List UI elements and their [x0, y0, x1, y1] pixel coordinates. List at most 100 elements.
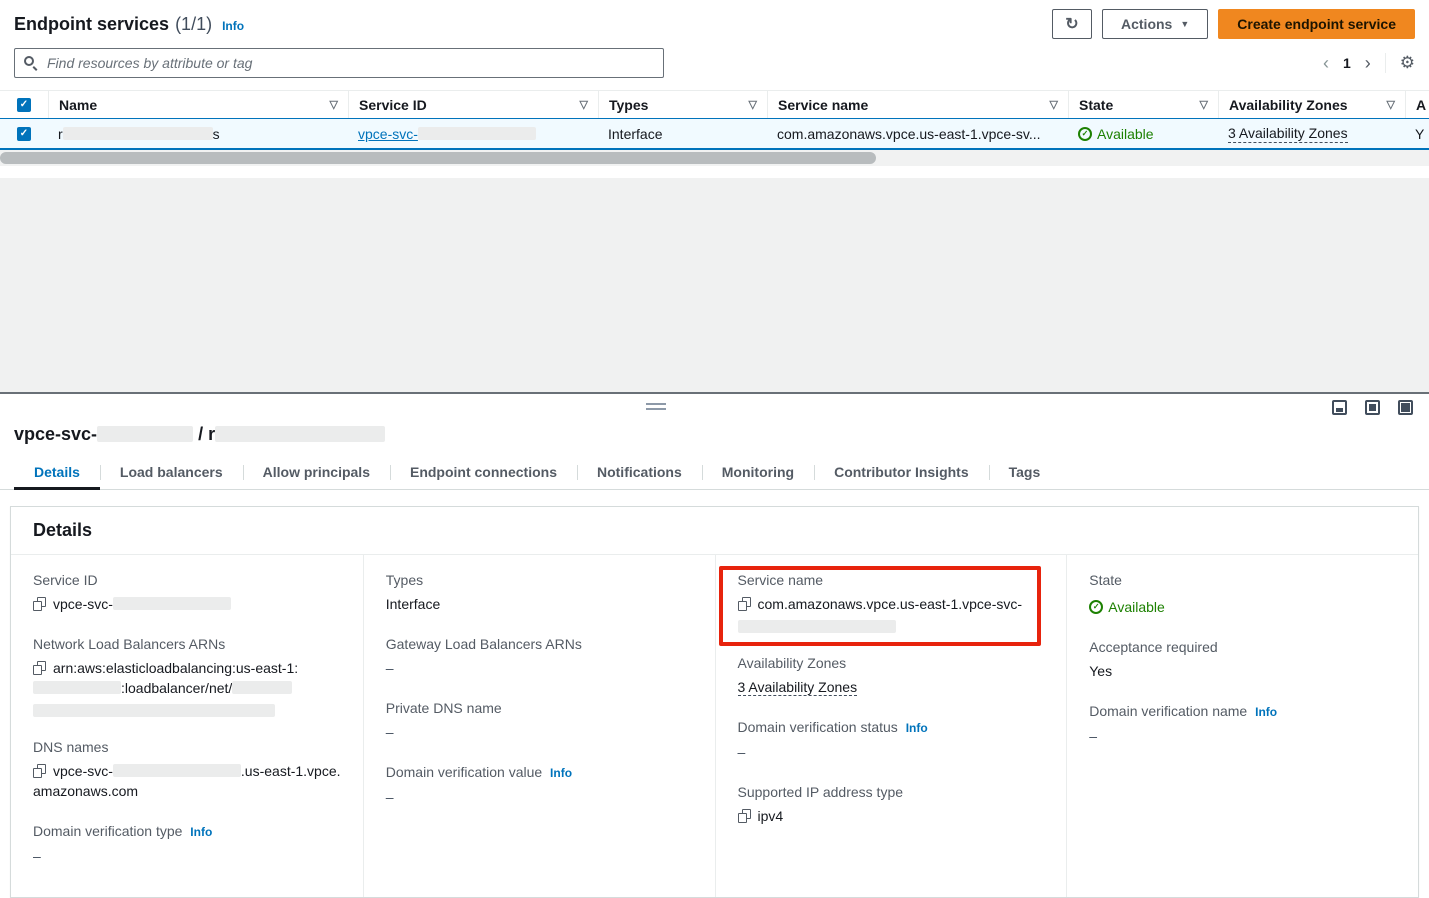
- resource-count: (1/1): [175, 14, 212, 35]
- refresh-icon: ↻: [1065, 14, 1078, 34]
- row-cell-name: r s: [48, 119, 348, 148]
- copy-icon[interactable]: [738, 597, 751, 611]
- field-nlb-arns: Network Load Balancers ARNs arn:aws:elas…: [33, 635, 341, 717]
- field-label-text: Domain verification type: [33, 823, 182, 839]
- table-row[interactable]: ✓ r s vpce-svc- Interface com.amazonaws.…: [0, 118, 1429, 150]
- field-domain-verification-name: Domain verification name Info –: [1089, 702, 1396, 746]
- field-label: Network Load Balancers ARNs: [33, 635, 341, 653]
- actions-button[interactable]: Actions ▼: [1102, 9, 1208, 39]
- horizontal-scrollbar-thumb[interactable]: [0, 152, 876, 164]
- header-cell-types: Types ▽: [598, 91, 767, 118]
- column-label-service-name: Service name: [778, 97, 868, 113]
- create-endpoint-service-button[interactable]: Create endpoint service: [1218, 9, 1415, 39]
- split-panel-drag-handle-icon[interactable]: [646, 403, 666, 413]
- sort-icon-state[interactable]: ▽: [1194, 98, 1208, 111]
- row-acceptance-value: Y: [1415, 126, 1424, 142]
- panel-title-service-id-prefix: vpce-svc-: [14, 424, 97, 444]
- field-label-text: Domain verification name: [1089, 703, 1247, 719]
- copy-icon[interactable]: [33, 764, 46, 778]
- tab-tags[interactable]: Tags: [989, 458, 1061, 489]
- row-checkbox[interactable]: ✓: [17, 127, 31, 141]
- row-cell-service-id: vpce-svc-: [348, 119, 598, 148]
- field-value: –: [386, 722, 693, 742]
- copy-icon[interactable]: [33, 661, 46, 675]
- field-label: Service name: [738, 571, 1045, 589]
- tab-load-balancers-label: Load balancers: [120, 464, 223, 480]
- header-info-link[interactable]: Info: [222, 19, 244, 33]
- availability-zones-link[interactable]: 3 Availability Zones: [738, 679, 858, 696]
- field-value: –: [386, 787, 693, 807]
- field-label: Supported IP address type: [738, 783, 1045, 801]
- details-card-body: Service ID vpce-svc- Network Load Balanc…: [11, 555, 1418, 897]
- available-check-icon: ✓: [1089, 600, 1103, 614]
- split-panel-layout-controls: [1332, 400, 1413, 415]
- page-number[interactable]: 1: [1343, 55, 1351, 71]
- field-value: –: [386, 658, 693, 678]
- panel-position-bottom-icon[interactable]: [1332, 400, 1347, 415]
- field-label-text: Domain verification value: [386, 764, 542, 780]
- search-input[interactable]: [14, 48, 664, 78]
- details-card-heading: Details: [11, 507, 1418, 555]
- check-icon: ✓: [20, 129, 28, 139]
- field-label: State: [1089, 571, 1396, 589]
- table-header-row: ✓ Name ▽ Service ID ▽ Types ▽ Service na…: [0, 90, 1429, 118]
- dns-value-prefix: vpce-svc-: [53, 763, 113, 779]
- info-link[interactable]: Info: [190, 825, 212, 839]
- search-box: [14, 48, 664, 78]
- sort-icon-service-name[interactable]: ▽: [1044, 98, 1058, 111]
- info-link[interactable]: Info: [1255, 705, 1277, 719]
- split-panel-title: vpce-svc- / r: [0, 422, 1429, 450]
- tab-notifications[interactable]: Notifications: [577, 458, 702, 489]
- tab-allow-principals[interactable]: Allow principals: [243, 458, 390, 489]
- create-endpoint-service-label: Create endpoint service: [1237, 16, 1396, 32]
- service-id-link[interactable]: vpce-svc-: [358, 126, 536, 142]
- details-column-2: Types Interface Gateway Load Balancers A…: [363, 555, 715, 897]
- redacted-text: [113, 597, 231, 610]
- sort-icon-name[interactable]: ▽: [324, 98, 338, 111]
- field-service-name: Service name com.amazonaws.vpce.us-east-…: [738, 571, 1045, 633]
- copy-icon[interactable]: [738, 809, 751, 823]
- nlb-arn-part2: :loadbalancer/net/: [121, 680, 232, 696]
- next-page-icon[interactable]: ›: [1365, 54, 1371, 72]
- info-link[interactable]: Info: [906, 721, 928, 735]
- tab-tags-label: Tags: [1009, 464, 1041, 480]
- tab-contributor-insights[interactable]: Contributor Insights: [814, 458, 989, 489]
- select-all-checkbox[interactable]: ✓: [17, 98, 31, 112]
- tab-monitoring[interactable]: Monitoring: [702, 458, 814, 489]
- sort-icon-service-id[interactable]: ▽: [574, 98, 588, 111]
- gear-icon[interactable]: ⚙: [1400, 53, 1415, 73]
- horizontal-scrollbar: [0, 150, 1429, 166]
- column-label-availability-zones: Availability Zones: [1229, 97, 1348, 113]
- tab-monitoring-label: Monitoring: [722, 464, 794, 480]
- row-cell-acceptance: Y: [1405, 119, 1429, 148]
- panel-position-side-icon[interactable]: [1365, 400, 1380, 415]
- row-cell-availability-zones: 3 Availability Zones: [1218, 119, 1405, 148]
- refresh-button[interactable]: ↻: [1052, 9, 1092, 39]
- pagination: ‹ 1 › ⚙: [1323, 53, 1415, 73]
- tab-load-balancers[interactable]: Load balancers: [100, 458, 243, 489]
- row-name-fragment: r: [58, 126, 63, 142]
- row-name-fragment-end: s: [213, 126, 220, 142]
- service-id-prefix: vpce-svc-: [358, 126, 418, 142]
- column-label-state: State: [1079, 97, 1113, 113]
- field-label: Private DNS name: [386, 699, 693, 717]
- tab-endpoint-connections[interactable]: Endpoint connections: [390, 458, 577, 489]
- column-label-types: Types: [609, 97, 648, 113]
- sort-icon-types[interactable]: ▽: [743, 98, 757, 111]
- redacted-text: [113, 764, 241, 777]
- field-label: Domain verification type Info: [33, 822, 341, 841]
- actions-button-label: Actions: [1121, 16, 1172, 32]
- panel-title-separator: /: [198, 424, 203, 444]
- copy-icon[interactable]: [33, 597, 46, 611]
- panel-position-full-icon[interactable]: [1398, 400, 1413, 415]
- spacer: [0, 166, 1429, 178]
- availability-zones-link[interactable]: 3 Availability Zones: [1228, 125, 1348, 143]
- details-column-4: State ✓ Available Acceptance required Ye…: [1066, 555, 1418, 897]
- info-link[interactable]: Info: [550, 766, 572, 780]
- previous-page-icon[interactable]: ‹: [1323, 54, 1329, 72]
- sort-icon-availability-zones[interactable]: ▽: [1381, 98, 1395, 111]
- tab-details[interactable]: Details: [14, 458, 100, 489]
- field-state: State ✓ Available: [1089, 571, 1396, 617]
- tab-notifications-label: Notifications: [597, 464, 682, 480]
- tab-endpoint-connections-label: Endpoint connections: [410, 464, 557, 480]
